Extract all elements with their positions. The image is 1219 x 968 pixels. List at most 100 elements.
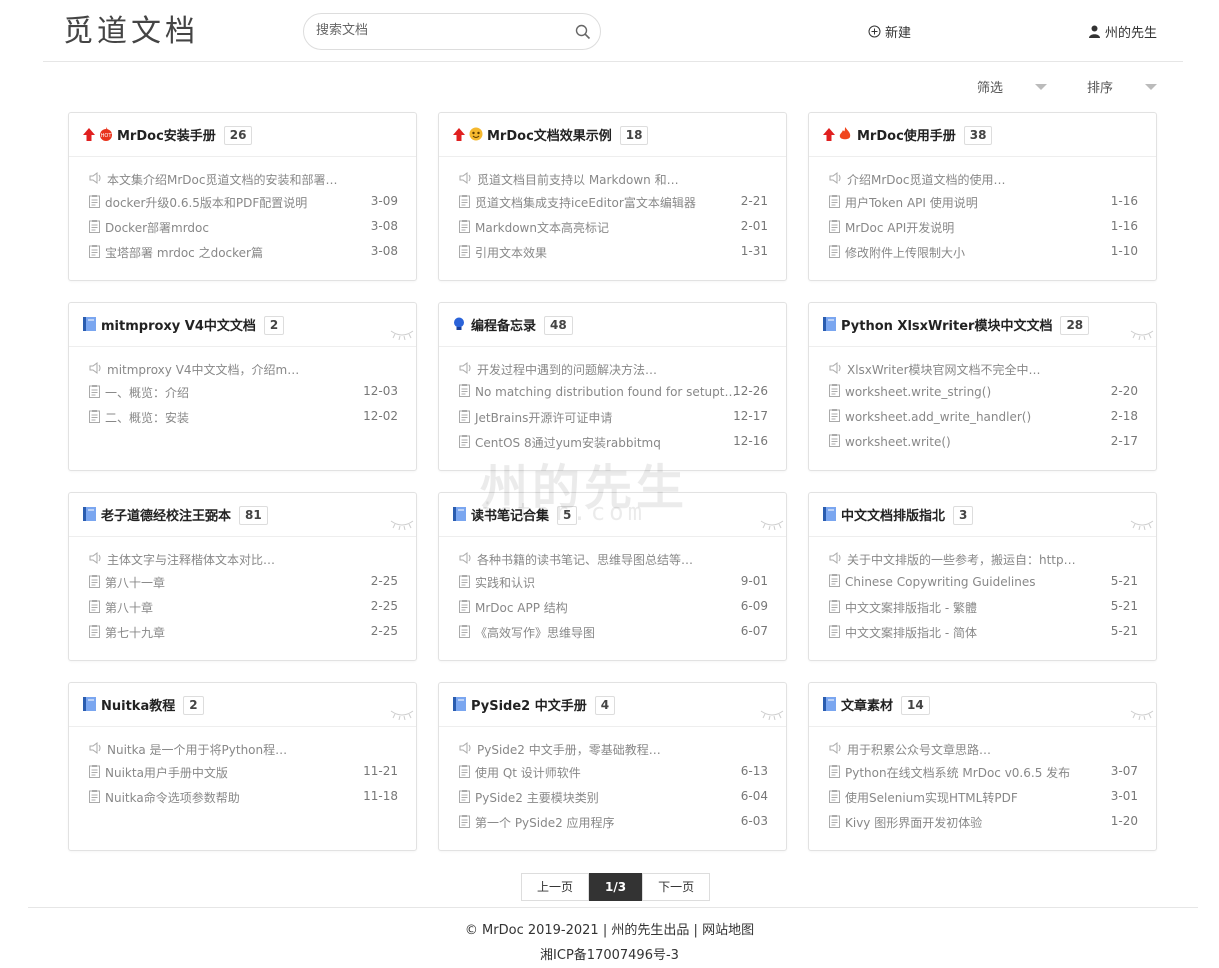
- doc-row[interactable]: 二、概览：安装 12-02: [89, 409, 398, 426]
- card-title[interactable]: 文章素材 14: [841, 695, 930, 715]
- doc-row[interactable]: 中文文案排版指北 - 繁體 5-21: [829, 599, 1138, 616]
- doc-title[interactable]: Nuitka命令选项参数帮助: [105, 789, 240, 806]
- doc-title[interactable]: worksheet.add_write_handler(): [845, 410, 1031, 424]
- doc-title[interactable]: 使用Selenium实现HTML转PDF: [845, 789, 1018, 806]
- sort-select[interactable]: 排序: [1087, 77, 1158, 96]
- doc-row[interactable]: 第一个 PySide2 应用程序 6-03: [459, 814, 768, 831]
- doc-title[interactable]: 第一个 PySide2 应用程序: [475, 814, 615, 831]
- card-title[interactable]: Python XlsxWriter模块中文文档 28: [841, 315, 1090, 335]
- project-card[interactable]: HOT MrDoc安装手册 26 本文集介绍MrDoc觅道文档的安装和部署… docke…: [68, 112, 417, 281]
- doc-title[interactable]: CentOS 8通过yum安装rabbitmq: [475, 434, 661, 451]
- doc-row[interactable]: 一、概览：介绍 12-03: [89, 384, 398, 401]
- project-card[interactable]: MrDoc使用手册 38 介绍MrDoc觅道文档的使用… 用户Token API 使用…: [808, 112, 1157, 281]
- doc-row[interactable]: 《高效写作》思维导图 6-07: [459, 624, 768, 641]
- doc-row[interactable]: 实践和认识 9-01: [459, 574, 768, 591]
- doc-row[interactable]: No matching distribution found for setup…: [459, 384, 768, 400]
- doc-row[interactable]: worksheet.add_write_handler() 2-18: [829, 409, 1138, 425]
- doc-title[interactable]: Nuikta用户手册中文版: [105, 764, 228, 781]
- doc-title[interactable]: Kivy 图形界面开发初体验: [845, 814, 982, 831]
- doc-row[interactable]: PySide2 主要模块类别 6-04: [459, 789, 768, 806]
- doc-title[interactable]: 中文文案排版指北 - 繁體: [845, 599, 977, 616]
- doc-row[interactable]: worksheet.write() 2-17: [829, 434, 1138, 450]
- search-box[interactable]: [303, 13, 601, 50]
- card-title[interactable]: 中文文档排版指北 3: [841, 505, 974, 525]
- doc-title[interactable]: MrDoc APP 结构: [475, 599, 568, 616]
- doc-row[interactable]: 使用Selenium实现HTML转PDF 3-01: [829, 789, 1138, 806]
- doc-title[interactable]: 宝塔部署 mrdoc 之docker篇: [105, 244, 263, 261]
- doc-row[interactable]: 宝塔部署 mrdoc 之docker篇 3-08: [89, 244, 398, 261]
- search-input[interactable]: [314, 22, 568, 39]
- doc-title[interactable]: 第八十章: [105, 599, 153, 616]
- doc-title[interactable]: MrDoc API开发说明: [845, 219, 954, 236]
- doc-row[interactable]: Nuikta用户手册中文版 11-21: [89, 764, 398, 781]
- new-button[interactable]: 新建: [868, 22, 911, 41]
- icp-link[interactable]: 湘ICP备17007496号-3: [0, 944, 1219, 963]
- doc-row[interactable]: 中文文案排版指北 - 简体 5-21: [829, 624, 1138, 641]
- card-title[interactable]: Nuitka教程 2: [101, 695, 204, 715]
- doc-title[interactable]: 觅道文档集成支持iceEditor富文本编辑器: [475, 194, 696, 211]
- doc-title[interactable]: 使用 Qt 设计师软件: [475, 764, 581, 781]
- doc-title[interactable]: worksheet.write_string(): [845, 385, 991, 399]
- project-card[interactable]: Python XlsxWriter模块中文文档 28 XlsxWriter模块官网文…: [808, 302, 1157, 471]
- site-logo[interactable]: 觅道文档: [63, 14, 199, 50]
- card-title[interactable]: MrDoc文档效果示例 18: [487, 125, 649, 145]
- doc-title[interactable]: No matching distribution found for setup…: [475, 385, 736, 399]
- doc-title[interactable]: 二、概览：安装: [105, 409, 189, 426]
- project-card[interactable]: MrDoc文档效果示例 18 觅道文档目前支持以 Markdown 和… 觅道文档集成…: [438, 112, 787, 281]
- doc-title[interactable]: Markdown文本高亮标记: [475, 219, 609, 236]
- doc-row[interactable]: 使用 Qt 设计师软件 6-13: [459, 764, 768, 781]
- doc-title[interactable]: JetBrains开源许可证申请: [475, 409, 612, 426]
- doc-title[interactable]: 用户Token API 使用说明: [845, 194, 978, 211]
- doc-row[interactable]: docker升级0.6.5版本和PDF配置说明 3-09: [89, 194, 398, 211]
- card-title[interactable]: 老子道德经校注王弼本 81: [101, 505, 268, 525]
- project-card[interactable]: 中文文档排版指北 3 关于中文排版的一些参考，搬运自：http… Chinese Co…: [808, 492, 1157, 661]
- doc-row[interactable]: Markdown文本高亮标记 2-01: [459, 219, 768, 236]
- doc-title[interactable]: 实践和认识: [475, 574, 535, 591]
- doc-row[interactable]: Python在线文档系统 MrDoc v0.6.5 发布 3-07: [829, 764, 1138, 781]
- author-link[interactable]: 州的先生出品: [611, 923, 689, 938]
- user-menu[interactable]: 州的先生: [1088, 22, 1157, 41]
- doc-row[interactable]: MrDoc API开发说明 1-16: [829, 219, 1138, 236]
- doc-row[interactable]: 第八十章 2-25: [89, 599, 398, 616]
- doc-row[interactable]: worksheet.write_string() 2-20: [829, 384, 1138, 400]
- filter-select[interactable]: 筛选: [977, 77, 1048, 96]
- project-card[interactable]: PySide2 中文手册 4 PySide2 中文手册，零基础教程… 使用 Qt 设计…: [438, 682, 787, 851]
- doc-row[interactable]: 第八十一章 2-25: [89, 574, 398, 591]
- next-page-button[interactable]: 下一页: [642, 873, 711, 901]
- project-card[interactable]: 文章素材 14 用于积累公众号文章思路… Python在线文档系统 MrDoc v0.…: [808, 682, 1157, 851]
- doc-title[interactable]: Chinese Copywriting Guidelines: [845, 575, 1036, 589]
- sitemap-link[interactable]: 网站地图: [702, 923, 754, 938]
- doc-row[interactable]: 用户Token API 使用说明 1-16: [829, 194, 1138, 211]
- doc-title[interactable]: docker升级0.6.5版本和PDF配置说明: [105, 194, 307, 211]
- doc-title[interactable]: worksheet.write(): [845, 435, 951, 449]
- project-card[interactable]: 读书笔记合集 5 各种书籍的读书笔记、思维导图总结等… 实践和认识 9-01 MrDoc …: [438, 492, 787, 661]
- search-icon[interactable]: [574, 23, 592, 41]
- card-title[interactable]: PySide2 中文手册 4: [471, 695, 616, 715]
- project-card[interactable]: mitmproxy V4中文文档 2 mitmproxy V4中文文档，介绍m… 一、…: [68, 302, 417, 471]
- doc-row[interactable]: 修改附件上传限制大小 1-10: [829, 244, 1138, 261]
- doc-row[interactable]: Nuitka命令选项参数帮助 11-18: [89, 789, 398, 806]
- doc-row[interactable]: Docker部署mrdoc 3-08: [89, 219, 398, 236]
- doc-title[interactable]: 引用文本效果: [475, 244, 547, 261]
- doc-title[interactable]: 第八十一章: [105, 574, 165, 591]
- doc-title[interactable]: 《高效写作》思维导图: [475, 624, 595, 641]
- project-card[interactable]: 编程备忘录 48 开发过程中遇到的问题解决方法… No matching distri…: [438, 302, 787, 471]
- card-title[interactable]: mitmproxy V4中文文档 2: [101, 315, 285, 335]
- prev-page-button[interactable]: 上一页: [521, 873, 590, 901]
- project-card[interactable]: 老子道德经校注王弼本 81 主体文字与注释楷体文本对比… 第八十一章 2-25 第八十章 2…: [68, 492, 417, 661]
- doc-title[interactable]: 一、概览：介绍: [105, 384, 189, 401]
- doc-row[interactable]: JetBrains开源许可证申请 12-17: [459, 409, 768, 426]
- card-title[interactable]: 编程备忘录 48: [471, 315, 573, 335]
- doc-title[interactable]: 修改附件上传限制大小: [845, 244, 965, 261]
- doc-row[interactable]: Chinese Copywriting Guidelines 5-21: [829, 574, 1138, 590]
- doc-row[interactable]: Kivy 图形界面开发初体验 1-20: [829, 814, 1138, 831]
- doc-row[interactable]: MrDoc APP 结构 6-09: [459, 599, 768, 616]
- card-title[interactable]: MrDoc使用手册 38: [857, 125, 993, 145]
- doc-row[interactable]: 第七十九章 2-25: [89, 624, 398, 641]
- doc-title[interactable]: 中文文案排版指北 - 简体: [845, 624, 977, 641]
- doc-title[interactable]: Python在线文档系统 MrDoc v0.6.5 发布: [845, 764, 1070, 781]
- card-title[interactable]: MrDoc安装手册 26: [117, 125, 253, 145]
- project-card[interactable]: Nuitka教程 2 Nuitka 是一个用于将Python程… Nuikta用户手册…: [68, 682, 417, 851]
- doc-row[interactable]: 引用文本效果 1-31: [459, 244, 768, 261]
- doc-row[interactable]: 觅道文档集成支持iceEditor富文本编辑器 2-21: [459, 194, 768, 211]
